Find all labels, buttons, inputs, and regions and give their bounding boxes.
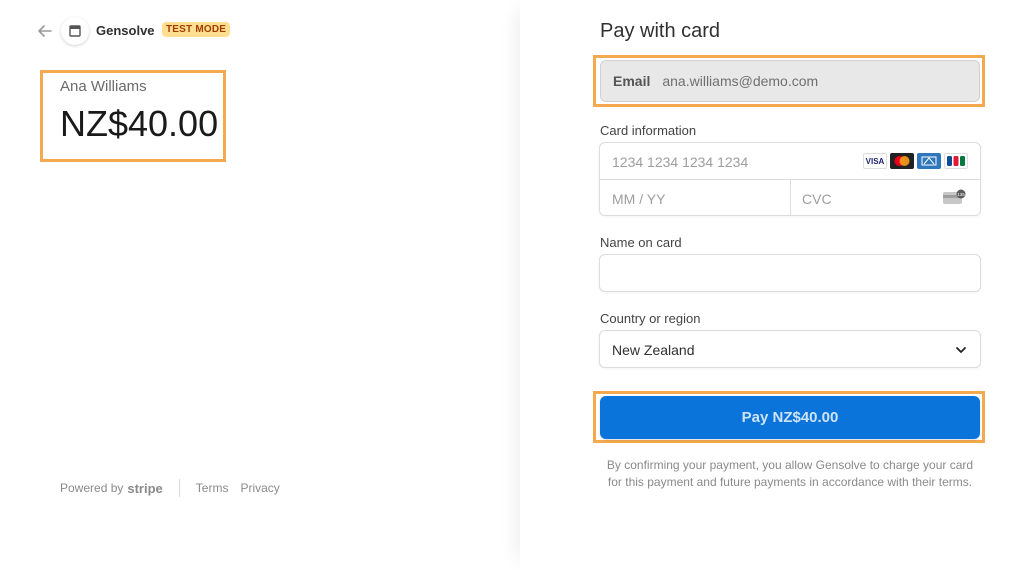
back-arrow-icon[interactable] bbox=[36, 22, 54, 40]
merchant-name: Gensolve bbox=[96, 23, 155, 38]
form-title: Pay with card bbox=[600, 20, 721, 42]
visa-icon: VISA bbox=[863, 153, 887, 169]
country-value: New Zealand bbox=[612, 342, 695, 358]
card-number-input[interactable]: 1234 1234 1234 1234 bbox=[612, 154, 748, 170]
email-label: Email bbox=[613, 73, 651, 89]
pay-button[interactable]: Pay NZ$40.00 bbox=[600, 396, 980, 439]
customer-name: Ana Williams bbox=[60, 78, 147, 95]
total-amount: NZ$40.00 bbox=[60, 103, 219, 144]
amex-icon bbox=[917, 153, 941, 169]
cvc-card-icon: 135 bbox=[942, 189, 968, 212]
country-label: Country or region bbox=[600, 311, 701, 326]
cvc-input[interactable]: CVC bbox=[802, 191, 832, 207]
footer-divider bbox=[178, 479, 180, 497]
store-icon bbox=[69, 25, 81, 37]
payment-form-panel: Pay with card Email ana.williams@demo.co… bbox=[520, 0, 1023, 570]
expiry-input[interactable]: MM / YY bbox=[612, 191, 665, 207]
privacy-link[interactable]: Privacy bbox=[240, 481, 279, 495]
mastercard-icon bbox=[890, 153, 914, 169]
order-summary-panel: Gensolve TEST MODE Ana Williams NZ$40.00… bbox=[0, 0, 520, 570]
name-label: Name on card bbox=[600, 235, 682, 250]
card-info-label: Card information bbox=[600, 123, 697, 138]
stripe-logo[interactable]: stripe bbox=[127, 481, 162, 496]
card-info-group: 1234 1234 1234 1234 VISA MM / YY CVC 135 bbox=[599, 142, 981, 216]
card-divider bbox=[790, 179, 791, 215]
powered-by-label: Powered by bbox=[60, 481, 124, 495]
name-on-card-input[interactable] bbox=[599, 254, 981, 292]
terms-link[interactable]: Terms bbox=[196, 481, 229, 495]
card-brand-logos: VISA bbox=[863, 153, 968, 169]
email-value: ana.williams@demo.com bbox=[662, 73, 819, 89]
jcb-icon bbox=[944, 153, 968, 169]
email-field[interactable]: Email ana.williams@demo.com bbox=[600, 60, 980, 102]
country-select[interactable]: New Zealand bbox=[599, 330, 981, 368]
svg-text:135: 135 bbox=[957, 192, 965, 197]
merchant-logo bbox=[61, 17, 89, 45]
terms-text: By confirming your payment, you allow Ge… bbox=[606, 458, 974, 489]
chevron-down-icon bbox=[954, 343, 968, 362]
test-mode-badge: TEST MODE bbox=[162, 22, 231, 37]
footer: Powered by stripe Terms Privacy bbox=[60, 479, 292, 497]
